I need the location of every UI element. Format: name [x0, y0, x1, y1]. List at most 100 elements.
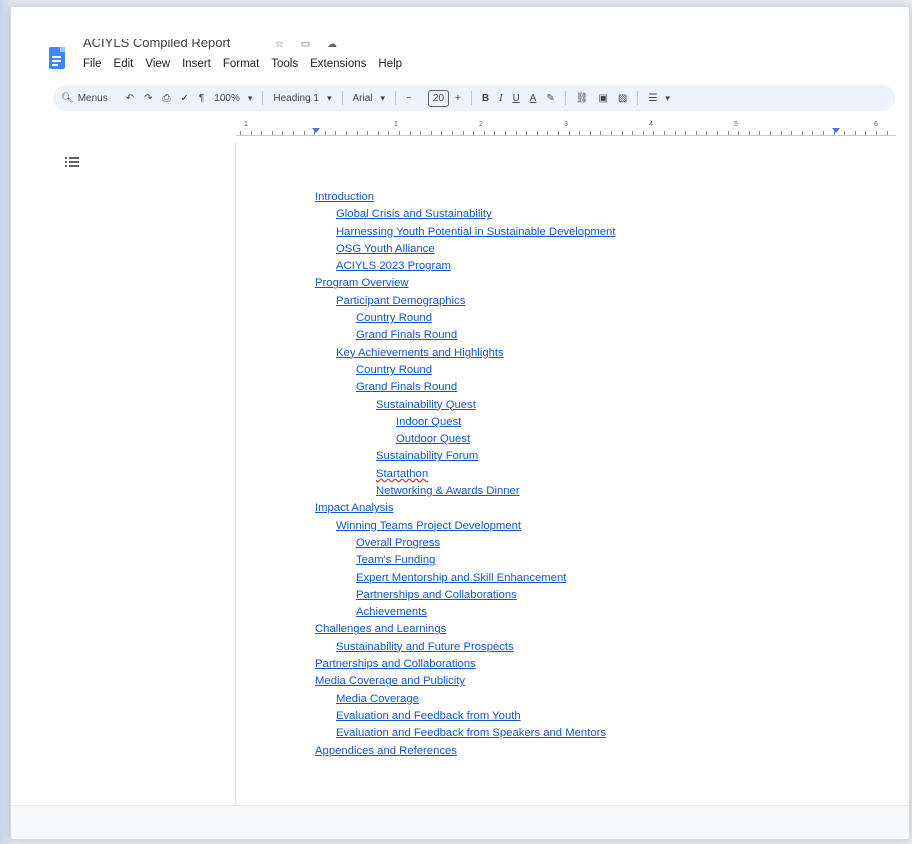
- highlight-icon[interactable]: ✎: [546, 93, 554, 104]
- toc-link[interactable]: Evaluation and Feedback from Youth: [336, 710, 521, 722]
- toc-link[interactable]: Sustainability Quest: [376, 399, 476, 411]
- toc-link[interactable]: Winning Teams Project Development: [336, 520, 521, 532]
- toc-entry: Grand Finals Round: [315, 379, 615, 396]
- ruler-tick: [823, 131, 824, 135]
- comment-icon[interactable]: ▣: [598, 93, 607, 104]
- toc-link[interactable]: Grand Finals Round: [356, 381, 457, 393]
- toc-entry: Impact Analysis: [315, 500, 615, 517]
- cloud-icon[interactable]: ☁: [327, 41, 337, 49]
- toc-entry: Sustainability Forum: [315, 448, 615, 465]
- toc-link[interactable]: Sustainability and Future Prospects: [336, 641, 514, 653]
- toc-link[interactable]: Achievements: [356, 606, 427, 618]
- document-outline-icon[interactable]: [65, 156, 79, 168]
- toc-link[interactable]: Participant Demographics: [336, 295, 465, 307]
- ruler-tick: [812, 131, 814, 135]
- menu-tools[interactable]: Tools: [271, 58, 298, 70]
- toc-entry: Media Coverage and Publicity: [315, 673, 615, 690]
- style-select[interactable]: Heading 1: [273, 93, 331, 104]
- toc-link[interactable]: ACIYLS 2023 Program: [336, 260, 451, 272]
- toc-link[interactable]: Program Overview: [315, 277, 409, 289]
- toc-entry: Media Coverage: [315, 691, 615, 708]
- bold-button[interactable]: B: [482, 93, 489, 104]
- toc-link[interactable]: Key Achievements and Highlights: [336, 347, 504, 359]
- undo-icon[interactable]: ↶: [126, 93, 134, 104]
- menu-view[interactable]: View: [145, 58, 170, 70]
- ruler-tick: [759, 131, 761, 135]
- italic-button[interactable]: I: [499, 93, 502, 104]
- toc-link[interactable]: Partnerships and Collaborations: [356, 589, 517, 601]
- link-icon[interactable]: ⛓: [576, 93, 589, 104]
- document-title[interactable]: ACIYLS Compiled Report: [83, 39, 230, 49]
- toc-link[interactable]: Media Coverage and Publicity: [315, 675, 465, 687]
- ruler-tick: [600, 131, 602, 135]
- left-indent-marker[interactable]: [312, 128, 320, 133]
- toc-link[interactable]: Country Round: [356, 312, 432, 324]
- toc-link[interactable]: Introduction: [315, 191, 374, 203]
- toc-link[interactable]: Country Round: [356, 364, 432, 376]
- zoom-select[interactable]: 100%: [214, 93, 252, 104]
- ruler-tick: [642, 131, 644, 135]
- ruler-tick: [240, 131, 241, 135]
- menu-format[interactable]: Format: [223, 58, 259, 70]
- ruler-tick: [462, 131, 464, 135]
- toc-link[interactable]: Partnerships and Collaborations: [315, 658, 476, 670]
- decrease-font-size-button[interactable]: −: [406, 93, 412, 104]
- toc-link[interactable]: Challenges and Learnings: [315, 623, 446, 635]
- ruler-tick: [261, 131, 263, 135]
- toc-link[interactable]: Harnessing Youth Potential in Sustainabl…: [336, 226, 615, 238]
- font-select[interactable]: Arial: [353, 93, 386, 104]
- menu-extensions[interactable]: Extensions: [310, 58, 366, 70]
- menu-edit[interactable]: Edit: [114, 58, 134, 70]
- toc-entry: Participant Demographics: [315, 293, 615, 310]
- toc-entry: Sustainability Quest: [315, 397, 615, 414]
- star-icon[interactable]: ☆: [275, 41, 284, 49]
- toc-link[interactable]: OSG Youth Alliance: [336, 243, 435, 255]
- image-icon[interactable]: ▨: [618, 93, 627, 104]
- increase-font-size-button[interactable]: +: [455, 93, 461, 104]
- font-size-input[interactable]: 20: [427, 89, 450, 107]
- align-icon[interactable]: ☰: [648, 93, 670, 104]
- toc-entry: Country Round: [315, 310, 615, 327]
- ruler-tick: [780, 131, 782, 135]
- underline-button[interactable]: U: [512, 93, 519, 104]
- google-docs-window: ACIYLS Compiled Report ☆ ▭ ☁ File Edit V…: [10, 6, 910, 840]
- horizontal-ruler[interactable]: 1 1 2 3 4 5 6: [236, 121, 896, 141]
- toc-link[interactable]: Impact Analysis: [315, 502, 393, 514]
- toc-link[interactable]: Global Crisis and Sustainability: [336, 208, 492, 220]
- spellcheck-icon[interactable]: ✓: [181, 93, 189, 104]
- ruler-number: 1: [244, 121, 248, 128]
- toc-link[interactable]: Evaluation and Feedback from Speakers an…: [336, 727, 606, 739]
- toc-link[interactable]: Networking & Awards Dinner: [376, 485, 520, 497]
- toc-link[interactable]: Indoor Quest: [396, 416, 461, 428]
- toc-link[interactable]: Grand Finals Round: [356, 329, 457, 341]
- toolbar-divider: [637, 91, 639, 105]
- ruler-tick: [494, 131, 496, 135]
- menu-file[interactable]: File: [83, 58, 102, 70]
- toolbar-divider: [564, 91, 566, 105]
- toc-link[interactable]: Outdoor Quest: [396, 433, 470, 445]
- menu-help[interactable]: Help: [378, 58, 402, 70]
- toc-entry: Challenges and Learnings: [315, 621, 615, 638]
- toc-link[interactable]: Team's Funding: [356, 554, 435, 566]
- menu-insert[interactable]: Insert: [182, 58, 211, 70]
- toc-entry: Winning Teams Project Development: [315, 518, 615, 535]
- ruler-number: 5: [734, 121, 738, 128]
- search-menus-button[interactable]: 🔍︎ Menus: [61, 93, 108, 104]
- ruler-tick: [632, 131, 634, 135]
- search-icon: 🔍︎: [61, 92, 74, 104]
- toc-link[interactable]: Appendices and References: [315, 745, 457, 757]
- toc-link[interactable]: Sustainability Forum: [376, 450, 478, 462]
- toc-link[interactable]: Expert Mentorship and Skill Enhancement: [356, 572, 566, 584]
- toc-link[interactable]: Overall Progress: [356, 537, 440, 549]
- ruler-number: 2: [479, 121, 483, 128]
- folder-icon[interactable]: ▭: [301, 41, 310, 49]
- text-color-button[interactable]: A: [530, 93, 537, 104]
- docs-logo-icon[interactable]: [49, 47, 65, 69]
- ruler-tick: [335, 131, 337, 135]
- print-icon[interactable]: ⎙: [163, 93, 171, 104]
- ruler-tick: [706, 131, 708, 135]
- paint-format-icon[interactable]: ¶: [199, 93, 204, 104]
- toc-link[interactable]: Startathon: [376, 468, 428, 480]
- redo-icon[interactable]: ↷: [144, 93, 152, 104]
- toc-link[interactable]: Media Coverage: [336, 693, 419, 705]
